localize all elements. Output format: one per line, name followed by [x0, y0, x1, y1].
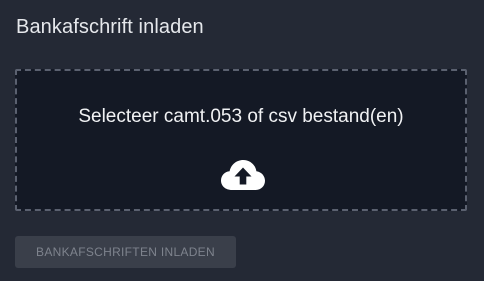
- import-statements-button[interactable]: BANKAFSCHRIFTEN INLADEN: [15, 236, 236, 268]
- cloud-upload-icon: [221, 160, 265, 190]
- file-dropzone[interactable]: Selecteer camt.053 of csv bestand(en): [15, 69, 467, 211]
- dropzone-label: Selecteer camt.053 of csv bestand(en): [78, 106, 404, 127]
- panel-title: Bankafschrift inladen: [16, 16, 204, 38]
- import-statement-panel: Bankafschrift inladen Selecteer camt.053…: [0, 0, 484, 281]
